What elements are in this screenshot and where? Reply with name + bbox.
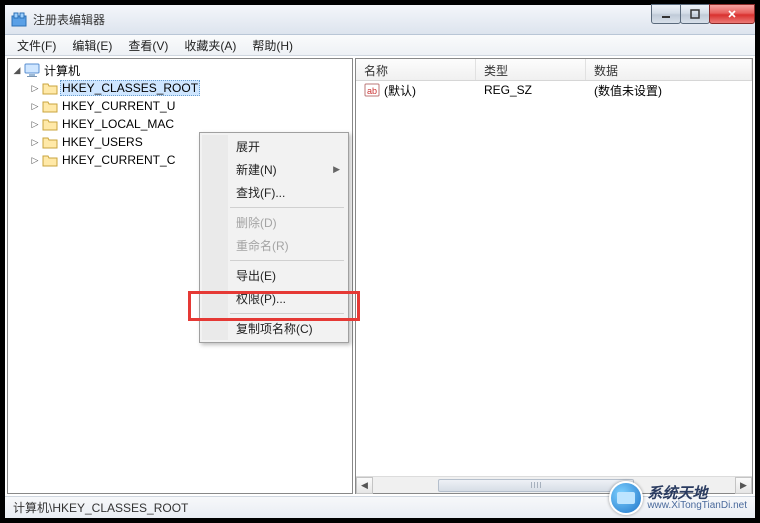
tree-node-label: HKEY_CURRENT_C — [60, 152, 177, 168]
expand-icon[interactable]: ▷ — [28, 153, 42, 167]
registry-editor-window: 注册表编辑器 文件(F) 编辑(E) 查看(V) 收藏夹(A) 帮助(H) ◢ … — [5, 5, 755, 518]
expand-icon[interactable]: ▷ — [28, 99, 42, 113]
tree-node-label: HKEY_CLASSES_ROOT — [60, 80, 200, 96]
ctx-export[interactable]: 导出(E) — [202, 264, 346, 287]
folder-icon — [42, 116, 58, 132]
statusbar-path: 计算机\HKEY_CLASSES_ROOT — [13, 499, 188, 516]
computer-icon — [24, 62, 40, 78]
menubar: 文件(F) 编辑(E) 查看(V) 收藏夹(A) 帮助(H) — [5, 35, 755, 56]
cell-name: ab (默认) — [356, 82, 476, 99]
cell-data: (数值未设置) — [586, 82, 752, 99]
folder-icon — [42, 80, 58, 96]
ctx-copy-key-name[interactable]: 复制项名称(C) — [202, 317, 346, 340]
ctx-new[interactable]: 新建(N) — [202, 158, 346, 181]
tree-root-computer[interactable]: ◢ 计算机 — [10, 61, 350, 79]
watermark-icon — [609, 481, 643, 515]
content-area: ◢ 计算机 ▷ HKEY_CLASSES_ROOT ▷ HKEY_CURRENT… — [5, 56, 755, 496]
ctx-delete: 删除(D) — [202, 211, 346, 234]
ctx-separator — [230, 260, 344, 261]
scroll-thumb[interactable] — [438, 479, 633, 492]
folder-icon — [42, 134, 58, 150]
cell-name-text: (默认) — [384, 82, 416, 99]
tree-node-hklm[interactable]: ▷ HKEY_LOCAL_MAC — [28, 115, 350, 133]
ctx-find[interactable]: 查找(F)... — [202, 181, 346, 204]
expand-icon[interactable]: ▷ — [28, 81, 42, 95]
list-row[interactable]: ab (默认) REG_SZ (数值未设置) — [356, 81, 752, 99]
cell-type: REG_SZ — [476, 83, 586, 97]
menu-view[interactable]: 查看(V) — [120, 35, 176, 56]
titlebar: 注册表编辑器 — [5, 5, 755, 35]
tree-node-label: HKEY_CURRENT_U — [60, 98, 177, 114]
list-header: 名称 类型 数据 — [356, 59, 752, 81]
close-button[interactable] — [709, 4, 755, 24]
minimize-button[interactable] — [651, 4, 681, 24]
ctx-expand[interactable]: 展开 — [202, 135, 346, 158]
folder-icon — [42, 98, 58, 114]
app-icon — [11, 12, 27, 28]
list-pane: 名称 类型 数据 ab (默认) REG_SZ (数值未设置) ◀ — [355, 58, 753, 494]
window-controls — [652, 4, 755, 24]
ctx-separator — [230, 207, 344, 208]
svg-text:ab: ab — [367, 86, 377, 96]
menu-edit[interactable]: 编辑(E) — [64, 35, 120, 56]
col-header-type[interactable]: 类型 — [476, 59, 586, 80]
col-header-data[interactable]: 数据 — [586, 59, 752, 80]
ctx-permissions[interactable]: 权限(P)... — [202, 287, 346, 310]
string-value-icon: ab — [364, 82, 380, 98]
menu-help[interactable]: 帮助(H) — [244, 35, 301, 56]
collapse-icon[interactable]: ◢ — [10, 63, 24, 77]
ctx-rename: 重命名(R) — [202, 234, 346, 257]
expand-icon[interactable]: ▷ — [28, 117, 42, 131]
tree-node-label: HKEY_LOCAL_MAC — [60, 116, 176, 132]
tree-node-hkcr[interactable]: ▷ HKEY_CLASSES_ROOT — [28, 79, 350, 97]
col-header-name[interactable]: 名称 — [356, 59, 476, 80]
ctx-separator — [230, 313, 344, 314]
window-title: 注册表编辑器 — [33, 11, 105, 28]
tree-node-label: HKEY_USERS — [60, 134, 145, 150]
maximize-button[interactable] — [680, 4, 710, 24]
menu-favorites[interactable]: 收藏夹(A) — [176, 35, 244, 56]
scroll-left-icon[interactable]: ◀ — [356, 477, 373, 494]
tree-root-label: 计算机 — [42, 61, 82, 80]
list-body[interactable]: ab (默认) REG_SZ (数值未设置) ◀ ▶ — [356, 81, 752, 493]
watermark-url: www.XiTongTianDi.net — [647, 501, 747, 511]
screenshot-frame: 注册表编辑器 文件(F) 编辑(E) 查看(V) 收藏夹(A) 帮助(H) ◢ … — [0, 0, 760, 523]
context-menu: 展开 新建(N) 查找(F)... 删除(D) 重命名(R) 导出(E) 权限(… — [199, 132, 349, 343]
watermark-title: 系统天地 — [647, 486, 747, 501]
menu-file[interactable]: 文件(F) — [9, 35, 64, 56]
tree-node-hkcu[interactable]: ▷ HKEY_CURRENT_U — [28, 97, 350, 115]
watermark: 系统天地 www.XiTongTianDi.net — [609, 481, 747, 515]
expand-icon[interactable]: ▷ — [28, 135, 42, 149]
folder-icon — [42, 152, 58, 168]
